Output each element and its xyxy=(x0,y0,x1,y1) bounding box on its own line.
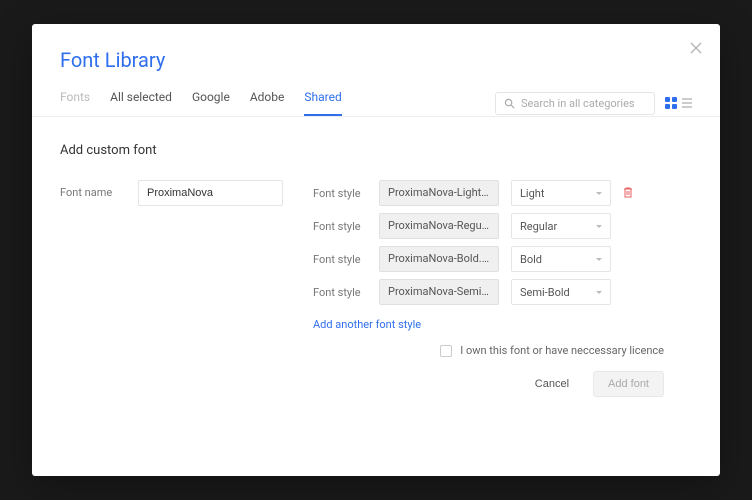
cancel-button[interactable]: Cancel xyxy=(521,371,583,397)
weight-select[interactable]: Bold xyxy=(511,246,611,272)
style-row: Font style ProximaNova-Semibold.... Semi… xyxy=(313,279,692,305)
list-view-icon[interactable] xyxy=(682,98,692,108)
grid-view-icon[interactable] xyxy=(665,97,677,109)
license-checkbox[interactable] xyxy=(440,345,452,357)
button-row: Cancel Add font xyxy=(341,371,664,397)
style-label: Font style xyxy=(313,220,367,233)
style-row: Font style ProximaNova-Light.woff Light xyxy=(313,180,692,206)
form-area: Font name Font style ProximaNova-Light.w… xyxy=(60,180,692,397)
file-picker[interactable]: ProximaNova-Semibold.... xyxy=(379,279,499,305)
add-font-button[interactable]: Add font xyxy=(593,371,664,397)
style-row: Font style ProximaNova-Bold.woff Bold xyxy=(313,246,692,272)
font-styles-group: Font style ProximaNova-Light.woff Light … xyxy=(313,180,692,397)
font-library-modal: Font Library Fonts All selected Google A… xyxy=(32,24,720,476)
style-label: Font style xyxy=(313,253,367,266)
tabs: Fonts All selected Google Adobe Shared xyxy=(60,90,342,116)
tab-all-selected[interactable]: All selected xyxy=(110,90,172,116)
view-toggle xyxy=(665,97,692,109)
modal-header: Font Library xyxy=(32,24,720,72)
close-button[interactable] xyxy=(690,38,702,59)
tabs-row: Fonts All selected Google Adobe Shared S… xyxy=(32,72,720,117)
file-picker[interactable]: ProximaNova-Light.woff xyxy=(379,180,499,206)
tab-fonts[interactable]: Fonts xyxy=(60,90,90,116)
search-input[interactable]: Search in all categories xyxy=(495,92,655,115)
search-icon xyxy=(504,98,515,109)
file-picker[interactable]: ProximaNova-Regular.w... xyxy=(379,213,499,239)
modal-title: Font Library xyxy=(60,48,692,72)
tab-adobe[interactable]: Adobe xyxy=(250,90,285,116)
section-title: Add custom font xyxy=(60,143,692,158)
close-icon xyxy=(690,42,702,54)
content-area: Add custom font Font name Font style Pro… xyxy=(32,117,720,476)
search-wrap: Search in all categories xyxy=(495,92,692,115)
style-label: Font style xyxy=(313,187,367,200)
tab-shared[interactable]: Shared xyxy=(304,90,341,116)
font-name-input[interactable] xyxy=(138,180,283,206)
weight-select[interactable]: Semi-Bold xyxy=(511,279,611,305)
license-row: I own this font or have neccessary licen… xyxy=(341,344,664,357)
weight-select[interactable]: Regular xyxy=(511,213,611,239)
style-label: Font style xyxy=(313,286,367,299)
style-row: Font style ProximaNova-Regular.w... Regu… xyxy=(313,213,692,239)
weight-select[interactable]: Light xyxy=(511,180,611,206)
delete-style-button[interactable] xyxy=(623,186,633,201)
add-style-link[interactable]: Add another font style xyxy=(313,318,421,331)
search-placeholder: Search in all categories xyxy=(521,97,635,110)
license-label: I own this font or have neccessary licen… xyxy=(460,344,664,357)
footer-area: I own this font or have neccessary licen… xyxy=(313,332,692,397)
font-name-group: Font name xyxy=(60,180,283,397)
trash-icon xyxy=(623,186,633,198)
font-name-label: Font name xyxy=(60,180,120,199)
file-picker[interactable]: ProximaNova-Bold.woff xyxy=(379,246,499,272)
tab-google[interactable]: Google xyxy=(192,90,230,116)
